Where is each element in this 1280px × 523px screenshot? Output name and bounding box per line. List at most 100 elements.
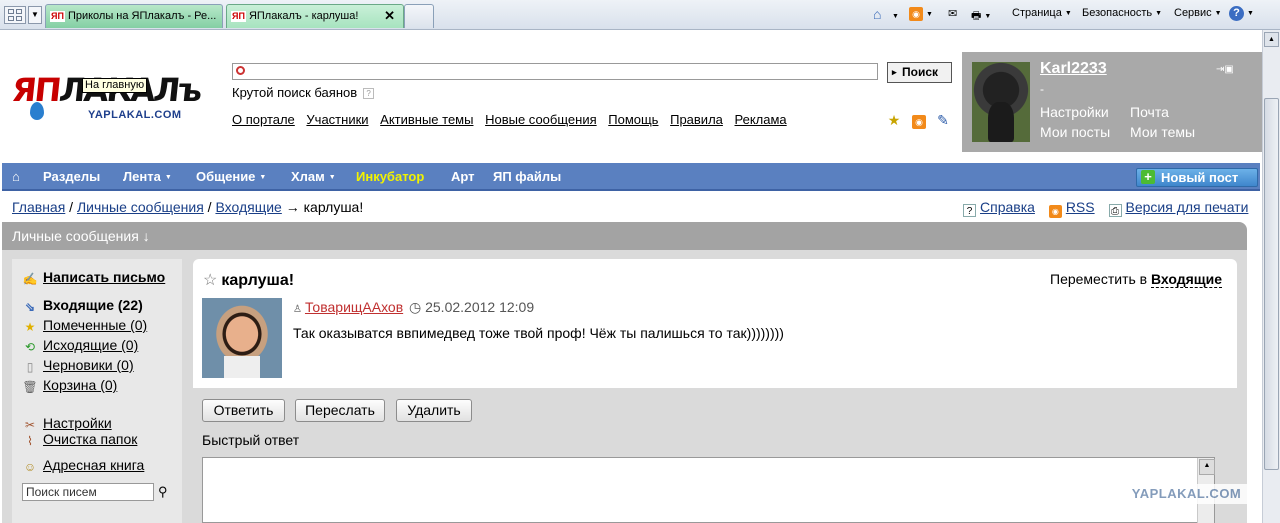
message-date: ◷ 25.02.2012 12:09 (409, 299, 535, 315)
username-link[interactable]: Karl2233 (1040, 60, 1107, 78)
search-button[interactable]: Поиск (887, 62, 952, 83)
breadcrumb-home[interactable]: Главная (12, 199, 65, 215)
folder-inbox[interactable]: ⇘ Входящие (22) (22, 297, 143, 314)
user-icon: ♙ (293, 304, 302, 315)
user-mail-link[interactable]: Почта (1130, 104, 1169, 120)
quick-reply-textarea[interactable] (202, 457, 1215, 523)
link-rules[interactable]: Правила (670, 112, 723, 127)
breadcrumb-inbox[interactable]: Входящие (215, 199, 281, 215)
plus-icon: + (1141, 170, 1155, 184)
message-card: ☆ карлуша! Переместить в Входящие ♙ Товари… (193, 259, 1237, 388)
logout-icon[interactable]: ⇥▣ (1216, 64, 1234, 75)
trash-icon: 🗑 (22, 380, 38, 394)
rss-icon[interactable]: ◉ (912, 115, 926, 129)
star-outline-icon[interactable]: ☆ (203, 272, 217, 289)
author-link[interactable]: ♙ ТоварищААхов (293, 299, 403, 315)
author-avatar[interactable] (202, 298, 282, 378)
print-version-link[interactable]: Версия для печати (1126, 199, 1249, 215)
search-input[interactable] (232, 63, 878, 80)
sent-icon: ⟲ (24, 340, 36, 354)
message-title: ☆ карлуша! (203, 272, 295, 289)
nav-social[interactable]: Общение ▼ (196, 163, 266, 192)
breadcrumb-pm[interactable]: Личные сообщения (77, 199, 204, 215)
message-body: Так оказыватся ввпимедвед тоже твой проф… (293, 325, 784, 341)
compose-link[interactable]: ✍ Написать письмо (22, 269, 166, 286)
browser-tab-jokes[interactable]: ЯП Приколы на ЯПлакалъ - Ре... (45, 4, 223, 28)
forward-button[interactable]: Переслать (295, 399, 385, 422)
rss-link[interactable]: RSS (1066, 199, 1095, 215)
user-settings-link[interactable]: Настройки (1040, 104, 1109, 120)
link-help[interactable]: Помощь (608, 112, 658, 127)
my-topics-link[interactable]: Мои темы (1130, 124, 1195, 140)
pencil-icon[interactable]: ✎ (935, 112, 951, 128)
move-target-dropdown[interactable]: Входящие (1151, 271, 1222, 288)
clock-icon: ◷ (409, 299, 422, 315)
print-button[interactable]: 🖶 ▼ (971, 7, 991, 26)
help-link[interactable]: Справка (980, 199, 1035, 215)
my-posts-link[interactable]: Мои посты (1040, 124, 1110, 140)
page-menu[interactable]: Страница ▼ (1012, 7, 1072, 19)
quick-reply-label: Быстрый ответ (202, 432, 300, 448)
nav-junk[interactable]: Хлам ▼ (291, 163, 336, 192)
panel-title[interactable]: Личные сообщения ↓ (2, 222, 1247, 250)
browser-toolbar: ▼ ЯП Приколы на ЯПлакалъ - Ре... ЯП ЯПлака… (0, 0, 1280, 30)
quick-tabs-icon[interactable] (4, 6, 26, 24)
clean-folders-link[interactable]: ⌇ Очистка папок (22, 431, 137, 448)
link-members[interactable]: Участники (306, 112, 368, 127)
folder-drafts[interactable]: ▯ Черновики (0) (22, 357, 134, 374)
address-book-link[interactable]: ☺ Адресная книга (22, 457, 144, 474)
nav-feed[interactable]: Лента ▼ (123, 163, 172, 192)
watermark: YAPLAKAL.COM (1113, 484, 1260, 504)
page-scrollbar[interactable]: ▲ (1262, 30, 1280, 523)
link-about[interactable]: О портале (232, 112, 295, 127)
mail-icon: ✉ (948, 8, 958, 20)
printer-icon: ⎙ (1108, 204, 1122, 217)
mail-button[interactable]: ✉ (948, 7, 957, 20)
new-tab-button[interactable] (404, 4, 434, 28)
site-favicon: ЯП (231, 11, 246, 22)
move-to: Переместить в Входящие (1050, 271, 1222, 288)
scrollbar-thumb[interactable] (1264, 98, 1279, 470)
feeds-button[interactable]: ◉ ▼ (909, 7, 933, 21)
search-icon (236, 66, 245, 75)
compose-icon: ✍ (22, 272, 38, 286)
scroll-up-icon[interactable]: ▲ (1264, 32, 1279, 47)
tools-menu[interactable]: Сервис ▼ (1174, 7, 1222, 19)
pm-sidebar: ✍ Написать письмо ⇘ Входящие (22) ★ Помечен… (12, 259, 182, 523)
home-icon[interactable]: ⌂ (12, 163, 20, 191)
home-button[interactable]: ⌂ ▼ (873, 7, 899, 22)
breadcrumb: Главная / Личные сообщения / Входящие → … (12, 199, 364, 215)
slogan: Крутой поиск баянов? (232, 85, 375, 100)
nav-sections[interactable]: Разделы (43, 163, 100, 191)
favorites-star-icon[interactable]: ★ (886, 112, 902, 128)
browser-tab-current[interactable]: ЯП ЯПлакалъ - карлуша! ✕ (226, 4, 404, 28)
settings-link[interactable]: ✂ Настройки (22, 415, 112, 432)
security-menu[interactable]: Безопасность ▼ (1082, 7, 1162, 19)
help-button[interactable]: ? ▼ (1229, 6, 1254, 21)
main-nav: ⌂ Разделы Лента ▼ Общение ▼ Хлам ▼ Инкубато… (2, 163, 1260, 191)
tab-label: ЯПлакалъ - карлуша! (248, 10, 359, 22)
folder-starred[interactable]: ★ Помеченные (0) (22, 317, 148, 334)
link-ads[interactable]: Реклама (735, 112, 787, 127)
nav-incubator[interactable]: Инкубатор (356, 163, 424, 191)
nav-files[interactable]: ЯП файлы (493, 163, 561, 191)
link-new-messages[interactable]: Новые сообщения (485, 112, 597, 127)
mail-search-input[interactable]: Поиск писем (22, 483, 154, 501)
search-icon[interactable]: ⚲ (158, 484, 168, 500)
tab-list-dropdown[interactable]: ▼ (28, 6, 42, 24)
close-icon[interactable]: ✕ (384, 5, 395, 27)
folder-sent[interactable]: ⟲ Исходящие (0) (22, 337, 138, 354)
inbox-icon: ⇘ (24, 300, 36, 314)
draft-icon: ▯ (26, 360, 34, 374)
new-post-button[interactable]: + Новый пост (1136, 168, 1258, 187)
link-active-topics[interactable]: Активные темы (380, 112, 473, 127)
avatar[interactable] (972, 62, 1030, 142)
help-icon: ? (1229, 6, 1244, 21)
reply-button[interactable]: Ответить (202, 399, 285, 422)
help-icon[interactable]: ? (363, 88, 375, 100)
nav-art[interactable]: Арт (451, 163, 475, 191)
rss-icon: ◉ (1048, 205, 1062, 218)
folder-trash[interactable]: 🗑 Корзина (0) (22, 377, 117, 394)
user-panel: Karl2233 - Настройки Почта Мои посты Мои… (962, 52, 1262, 152)
delete-button[interactable]: Удалить (396, 399, 472, 422)
